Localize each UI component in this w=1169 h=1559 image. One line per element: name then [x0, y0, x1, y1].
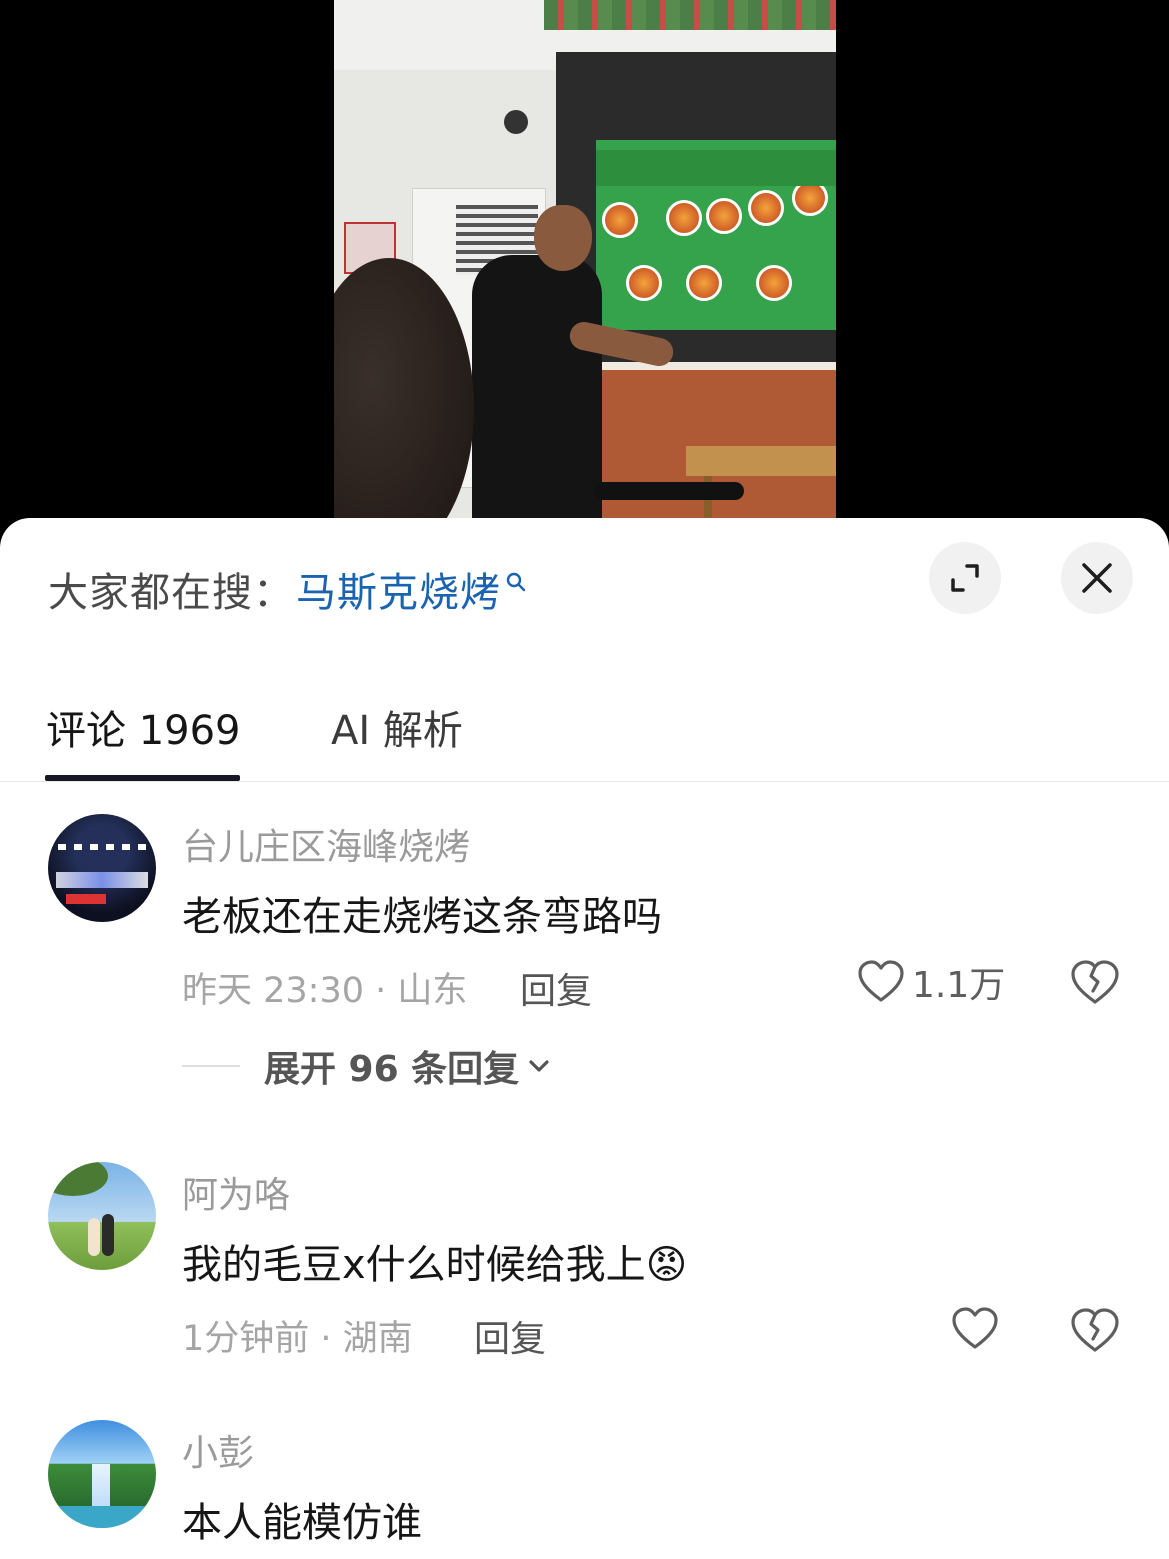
- avatar-detail: [48, 1506, 156, 1528]
- video-dish: [666, 200, 702, 236]
- search-icon[interactable]: [505, 571, 527, 593]
- close-icon: [1082, 563, 1112, 593]
- expand-replies-label: 展开 96 条回复: [264, 1049, 520, 1090]
- video-dish: [686, 265, 722, 301]
- tab-bar: 评论 1969 AI 解析: [0, 678, 1169, 782]
- video-dish: [706, 198, 742, 234]
- broken-heart-icon[interactable]: [1068, 956, 1122, 1010]
- video-dish: [748, 190, 784, 226]
- comment-username[interactable]: 台儿庄区海峰烧烤: [182, 818, 470, 870]
- avatar[interactable]: [48, 1420, 156, 1528]
- video-dish: [756, 265, 792, 301]
- video-dish: [626, 265, 662, 301]
- tab-comments[interactable]: 评论 1969: [46, 698, 241, 756]
- heart-icon: [952, 1307, 998, 1349]
- close-button[interactable]: [1061, 542, 1133, 614]
- search-suggestion: 大家都在搜： 马斯克烧烤: [48, 560, 527, 618]
- avatar[interactable]: [48, 814, 156, 922]
- broken-heart-icon[interactable]: [1068, 1304, 1122, 1358]
- comment-username[interactable]: 小彭: [182, 1424, 254, 1476]
- chevron-down-icon: [529, 1060, 549, 1072]
- expand-replies-button[interactable]: 展开 96 条回复: [182, 1040, 553, 1092]
- video-chair: [594, 482, 744, 500]
- heart-icon: [858, 960, 904, 1002]
- search-suggestion-prefix: 大家都在搜：: [48, 570, 294, 616]
- expand-icon: [951, 564, 979, 592]
- video-person-head: [534, 205, 592, 271]
- video-person-body: [472, 255, 602, 540]
- comment-text: 我的毛豆x什么时候给我上😡: [182, 1242, 688, 1288]
- comment-meta: 1分钟前 · 湖南: [182, 1319, 413, 1359]
- avatar[interactable]: [48, 1162, 156, 1270]
- avatar-detail: [102, 1214, 114, 1256]
- reply-button[interactable]: 回复: [474, 1310, 546, 1362]
- avatar-detail: [58, 844, 146, 850]
- like-button[interactable]: 1.1万: [856, 956, 1005, 1008]
- comment-text: 本人能模仿谁: [182, 1500, 422, 1546]
- comment-username[interactable]: 阿为咯: [182, 1166, 290, 1218]
- avatar-detail: [56, 872, 148, 888]
- comment-text: 老板还在走烧烤这条弯路吗: [182, 894, 662, 940]
- search-suggestion-link[interactable]: 马斯克烧烤: [296, 560, 501, 618]
- video-player[interactable]: [334, 0, 836, 540]
- expand-button[interactable]: [929, 542, 1001, 614]
- like-count: 1.1万: [912, 965, 1006, 1006]
- tab-active-indicator: [45, 775, 240, 781]
- avatar-detail: [66, 894, 106, 904]
- video-menu-header: [596, 150, 836, 186]
- like-button[interactable]: [950, 1304, 1000, 1354]
- reply-button[interactable]: 回复: [520, 962, 592, 1014]
- comment-meta: 昨天 23:30 · 山东: [182, 971, 468, 1011]
- video-vent: [504, 110, 528, 134]
- video-table: [686, 446, 836, 476]
- tab-ai-analysis[interactable]: AI 解析: [331, 698, 463, 756]
- video-dish: [602, 202, 638, 238]
- avatar-detail: [48, 1162, 108, 1196]
- divider: [182, 1065, 240, 1067]
- video-decoration-vine: [544, 0, 836, 30]
- comment-sheet: 大家都在搜： 马斯克烧烤 评论 1969 AI 解析 台儿庄区海峰烧烤 老板还在…: [0, 518, 1169, 1559]
- avatar-detail: [88, 1218, 100, 1256]
